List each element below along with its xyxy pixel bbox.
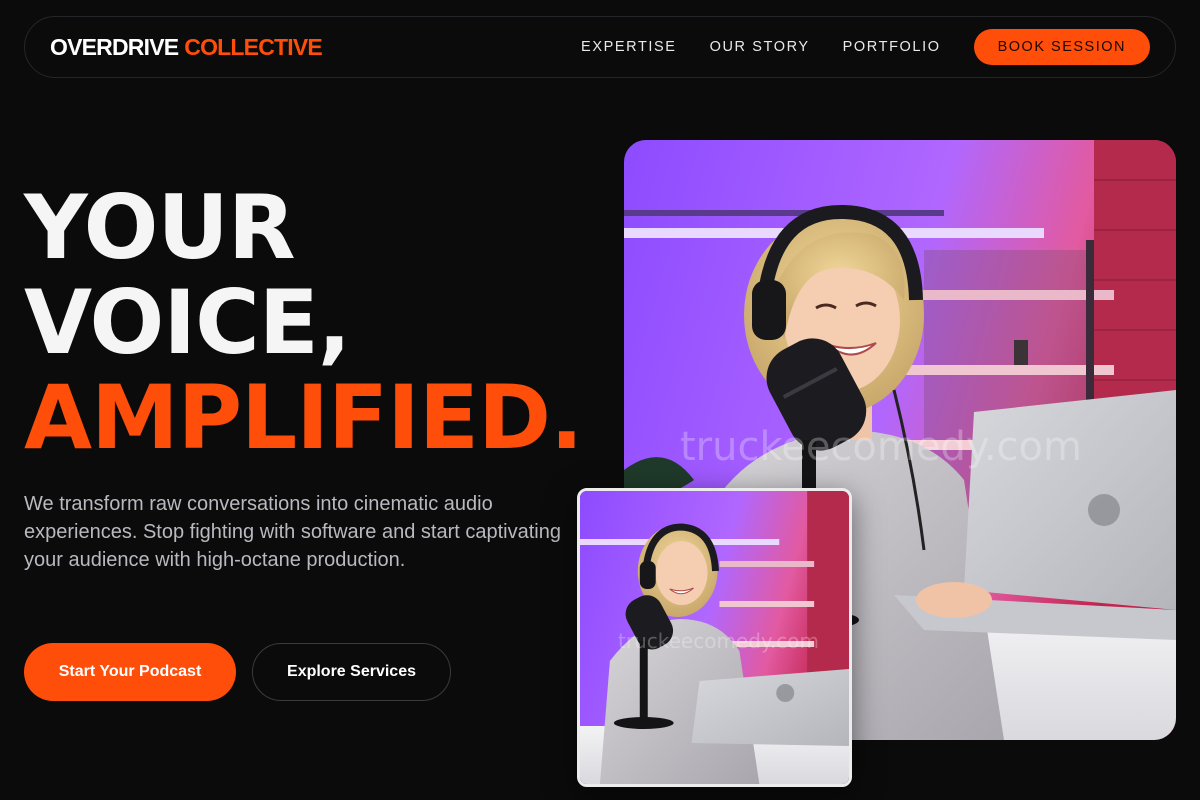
podcaster-thumbnail-illustration [580,491,849,784]
headline-line-1: YOUR [24,176,296,279]
headline-line-2: VOICE, [24,271,351,374]
nav-links: EXPERTISE OUR STORY PORTFOLIO BOOK SESSI… [581,29,1150,65]
hero-description: We transform raw conversations into cine… [24,493,561,571]
nav-link-expertise[interactable]: EXPERTISE [581,39,677,55]
top-navigation: OVERDRIVE COLLECTIVE EXPERTISE OUR STORY… [24,16,1176,78]
landing-page: OVERDRIVE COLLECTIVE EXPERTISE OUR STORY… [0,0,1200,800]
book-session-button[interactable]: BOOK SESSION [973,29,1150,65]
brand-logo[interactable]: OVERDRIVE COLLECTIVE [50,33,323,61]
nav-link-portfolio[interactable]: PORTFOLIO [843,39,941,55]
logo-word-overdrive: OVERDRIVE [50,33,179,60]
hero-headline: YOUR VOICE, AMPLIFIED. [24,176,583,469]
headline-line-3: AMPLIFIED. [24,366,583,469]
thumbnail-studio-photo: truckeecomedy.com [577,488,852,787]
explore-services-button[interactable]: Explore Services [252,643,451,701]
start-podcast-button[interactable]: Start Your Podcast [24,643,236,701]
logo-word-collective: COLLECTIVE [184,33,322,60]
nav-link-our-story[interactable]: OUR STORY [710,39,810,55]
